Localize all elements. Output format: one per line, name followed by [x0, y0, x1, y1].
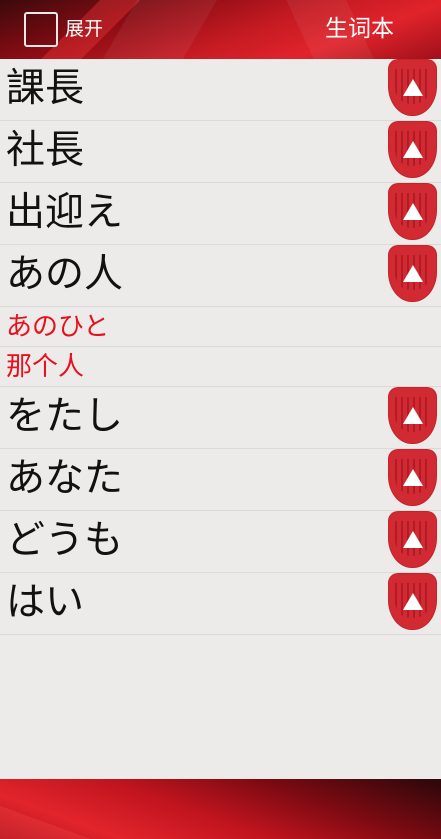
page-title: 生词本 [325, 16, 394, 42]
vocabulary-list: 課長 社長 出迎え あの人 あのひと 那个人 をたし あなた どうも はい [0, 59, 441, 635]
collapse-up-icon[interactable] [388, 183, 437, 240]
list-item[interactable]: あなた [0, 449, 441, 511]
footer-bar [0, 779, 441, 839]
word-text: 出迎え [6, 190, 124, 235]
list-item[interactable]: 社長 [0, 121, 441, 183]
collapse-up-icon[interactable] [388, 245, 437, 302]
word-text: はい [6, 580, 85, 625]
collapse-up-icon[interactable] [388, 59, 437, 116]
expand-checkbox[interactable] [24, 12, 58, 47]
header-decoration [102, 0, 218, 59]
list-item[interactable]: をたし [0, 387, 441, 449]
word-text: をたし [6, 394, 124, 439]
collapse-up-icon[interactable] [388, 511, 437, 568]
word-reading-row: あのひと [0, 307, 441, 347]
expand-label[interactable]: 展开 [65, 17, 103, 41]
word-text: 社長 [6, 128, 85, 173]
word-text: あの人 [6, 252, 124, 297]
list-item[interactable]: 課長 [0, 59, 441, 121]
collapse-up-icon[interactable] [388, 121, 437, 178]
collapse-up-icon[interactable] [388, 449, 437, 506]
word-meaning-row: 那个人 [0, 347, 441, 387]
vocabulary-book-screen: 展开 生词本 課長 社長 出迎え あの人 あのひと 那个人 をたし あなた どう… [0, 0, 441, 839]
word-reading: あのひと [6, 312, 110, 342]
word-meaning: 那个人 [6, 352, 85, 382]
header-bar: 展开 生词本 [0, 0, 441, 59]
word-text: 課長 [6, 66, 85, 111]
word-text: どうも [6, 518, 124, 563]
list-item[interactable]: はい [0, 573, 441, 635]
list-item[interactable]: 出迎え [0, 183, 441, 245]
list-item[interactable]: どうも [0, 511, 441, 573]
list-item-expanded[interactable]: あの人 [0, 245, 441, 307]
collapse-up-icon[interactable] [388, 387, 437, 444]
word-text: あなた [6, 456, 124, 501]
collapse-up-icon[interactable] [388, 573, 437, 630]
